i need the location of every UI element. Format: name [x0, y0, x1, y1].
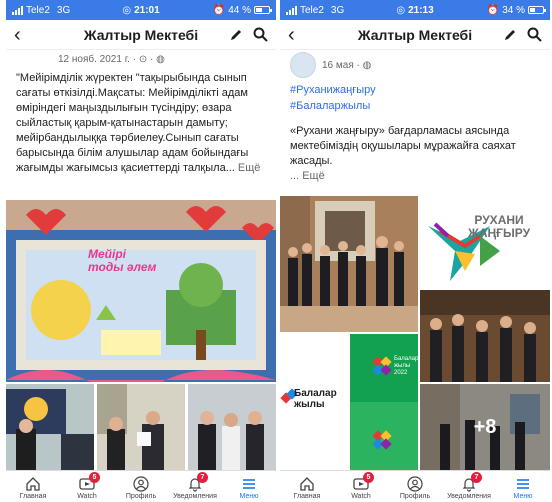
clock: 21:13 [408, 4, 434, 16]
hashtag-link[interactable]: #Балаларжылы [290, 98, 540, 114]
edit-icon[interactable] [503, 28, 517, 42]
post: 12 нояб. 2021 г. · ⊙ · ◍ "Мейірімділік ж… [6, 54, 276, 176]
post-photo-main[interactable] [280, 196, 418, 332]
post-photo-main[interactable]: Мейірі тоды әлем [6, 200, 276, 382]
more-photos-count: +8 [420, 384, 550, 470]
post-photo-3[interactable] [97, 384, 185, 470]
phone-screen-right: Tele2 3G ◎ 21:13 ⏰ 34 % ‹ Жалтыр Мектебі … [280, 0, 550, 502]
signal-icon [12, 5, 23, 15]
nav-profile[interactable]: Профиль [114, 471, 168, 502]
post-photo-2[interactable] [6, 384, 94, 470]
balalar-zhyly-logo [350, 334, 418, 470]
see-more-link[interactable]: ... Ещё [290, 170, 325, 182]
classroom-photo [6, 384, 94, 470]
battery-icon [254, 6, 272, 14]
post-text-block: "Мейірімділік жүректен "тақырыбында сыны… [16, 71, 266, 176]
logo-caption: РУХАНИ ЖАҢҒЫРУ [468, 213, 531, 240]
post-date: 16 мая · [322, 59, 363, 71]
nav-label: Меню [513, 493, 533, 500]
battery-percent: 44 % [228, 4, 251, 16]
nav-home[interactable]: Главная [280, 471, 334, 502]
nav-label: Меню [239, 493, 259, 500]
menu-icon [243, 479, 255, 489]
notification-badge: 7 [471, 472, 482, 483]
nav-label: Watch [351, 493, 371, 500]
post-photo-more[interactable]: +8 [420, 384, 550, 470]
balalar-small-caption: Балалар жылы [294, 388, 337, 410]
nav-watch[interactable]: 5 Watch [60, 471, 114, 502]
back-arrow-icon[interactable]: ‹ [288, 20, 308, 50]
edit-icon[interactable] [229, 28, 243, 42]
bottom-navigation: Главная 5 Watch Профиль 7 Уведомления Ме… [280, 470, 550, 502]
nav-label: Уведомления [173, 493, 217, 500]
signal-icon [286, 5, 297, 15]
carrier-label: Tele2 [26, 4, 50, 16]
globe-icon: ◍ [156, 54, 165, 65]
nav-home[interactable]: Главная [6, 471, 60, 502]
status-bar: Tele2 3G ◎ 21:13 ⏰ 34 % [280, 0, 550, 20]
nav-menu[interactable]: Меню [222, 471, 276, 502]
battery-percent: 34 % [502, 4, 525, 16]
eye-icon: ◎ [122, 4, 132, 16]
museum-exhibit-photo [420, 290, 550, 382]
eye-icon: ◎ [396, 4, 406, 16]
globe-icon: ◍ [362, 59, 372, 71]
clock: 21:01 [134, 4, 160, 16]
post-photo-balalar-small[interactable]: Балалар жылы [280, 334, 348, 470]
post-date: 12 нояб. 2021 г. · [58, 54, 139, 65]
battery-icon [528, 6, 546, 14]
nav-notifications[interactable]: 7 Уведомления [168, 471, 222, 502]
nav-label: Watch [77, 493, 97, 500]
group-photo [188, 384, 276, 470]
poster-caption: Мейірі тоды әлем [88, 247, 157, 274]
nav-profile[interactable]: Профиль [388, 471, 442, 502]
back-arrow-icon[interactable]: ‹ [14, 20, 34, 50]
notification-badge: 7 [197, 472, 208, 483]
post-text: "Мейірімділік жүректен "тақырыбында сыны… [16, 72, 249, 174]
hashtag-link[interactable]: #Руханижаңғыру [290, 82, 540, 98]
nav-menu[interactable]: Меню [496, 471, 550, 502]
menu-icon [517, 479, 529, 489]
home-icon [26, 477, 40, 491]
network-label: 3G [56, 4, 71, 16]
post: 16 мая · ◍ #Руханижаңғыру #Балаларжылы «… [280, 52, 550, 184]
nav-watch[interactable]: 5 Watch [334, 471, 388, 502]
nav-label: Профиль [125, 493, 157, 500]
bottom-navigation: Главная 5 Watch Профиль 7 Уведомления Ме… [6, 470, 276, 502]
post-photo-balalar[interactable]: Балалар жылы 2022 [350, 334, 418, 470]
alarm-icon: ⏰ [486, 4, 500, 16]
nav-label: Профиль [399, 493, 431, 500]
nav-label: Главная [19, 493, 47, 500]
post-photo-4[interactable] [188, 384, 276, 470]
nav-label: Главная [293, 493, 321, 500]
poster-photo [6, 200, 276, 382]
notification-badge: 5 [89, 472, 100, 483]
notification-badge: 5 [363, 472, 374, 483]
alarm-icon: ⏰ [212, 4, 226, 16]
nav-label: Уведомления [447, 493, 491, 500]
carrier-label: Tele2 [300, 4, 324, 16]
balalar-caption: Балалар жылы 2022 [394, 356, 418, 376]
search-icon[interactable] [253, 27, 268, 42]
museum-group-photo [280, 196, 418, 332]
profile-icon [133, 476, 149, 492]
profile-icon [407, 476, 423, 492]
post-photo-museum[interactable] [420, 290, 550, 382]
nav-notifications[interactable]: 7 Уведомления [442, 471, 496, 502]
post-text-block: «Рухани жаңғыру» бағдарламасы аясында ме… [290, 124, 540, 184]
clock-icon: ⊙ [138, 54, 148, 65]
students-photo [97, 384, 185, 470]
post-text: «Рухани жаңғыру» бағдарламасы аясында ме… [290, 125, 516, 167]
page-header: ‹ Жалтыр Мектебі [6, 20, 276, 50]
phone-screen-left: Tele2 3G ◎ 21:01 ⏰ 44 % ‹ Жалтыр Мектебі … [6, 0, 276, 502]
post-photo-logo[interactable]: РУХАНИ ЖАҢҒЫРУ [420, 196, 550, 286]
home-icon [300, 477, 314, 491]
avatar[interactable] [290, 52, 316, 78]
network-label: 3G [330, 4, 345, 16]
page-header: ‹ Жалтыр Мектебі [280, 20, 550, 50]
status-bar: Tele2 3G ◎ 21:01 ⏰ 44 % [6, 0, 276, 20]
rukhani-zhangyru-logo [420, 196, 550, 286]
see-more-link[interactable]: Ещё [238, 162, 261, 174]
search-icon[interactable] [527, 27, 542, 42]
